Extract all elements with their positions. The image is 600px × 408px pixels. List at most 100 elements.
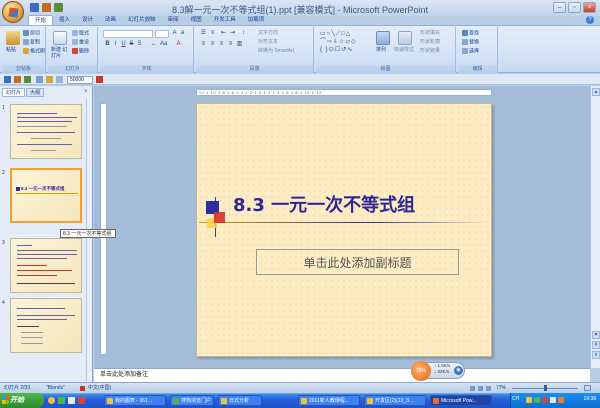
slide-canvas[interactable]: 8.3 一元一次不等式组 单击此处添加副标题 <box>196 103 492 357</box>
start-button[interactable]: 开始 <box>0 393 44 408</box>
justify-icon[interactable]: ≡ <box>227 41 234 48</box>
shadow-icon[interactable]: S <box>136 41 143 48</box>
shrink-font-icon[interactable]: a <box>179 30 186 37</box>
tab-view[interactable]: 视图 <box>185 15 208 25</box>
tab-design[interactable]: 设计 <box>76 15 99 25</box>
explorer-quicklaunch-icon[interactable] <box>68 397 75 404</box>
increase-indent-icon[interactable]: ⇥ <box>229 30 236 37</box>
tray-icon-1[interactable] <box>526 397 532 403</box>
arrange-button[interactable]: 排列 <box>376 47 386 54</box>
slide-thumbnail-1[interactable] <box>10 104 82 159</box>
undo-icon[interactable] <box>42 3 51 12</box>
format-painter-button[interactable]: 格式刷 <box>23 48 45 55</box>
columns-icon[interactable]: ▥ <box>236 41 243 48</box>
normal-view-icon[interactable] <box>470 386 475 391</box>
bold-icon[interactable]: B <box>104 41 111 48</box>
new-slide-button[interactable]: 新建 幻灯片 <box>51 47 71 59</box>
lang-indicator[interactable]: CH <box>512 396 519 402</box>
fit-window-icon[interactable] <box>584 385 591 391</box>
print-icon[interactable] <box>36 76 43 83</box>
slide-thumbnail-3[interactable] <box>10 238 82 293</box>
font-name-combo[interactable] <box>103 30 153 38</box>
change-case-icon[interactable]: Aa <box>160 41 167 48</box>
align-left-icon[interactable]: ≡ <box>200 41 207 48</box>
decrease-indent-icon[interactable]: ⇤ <box>220 30 227 37</box>
close-pane-icon[interactable]: × <box>84 89 88 95</box>
notes-pane[interactable]: 单击此处添加备注 <box>94 368 590 382</box>
undo-small-icon[interactable] <box>14 76 21 83</box>
network-icon[interactable]: ◉ <box>454 366 463 375</box>
restore-button[interactable]: ▫ <box>568 2 581 13</box>
strikethrough-icon[interactable]: S <box>128 41 135 48</box>
slideshow-view-icon[interactable] <box>486 386 491 391</box>
tray-icon-5[interactable] <box>558 397 564 403</box>
font-color-icon[interactable]: A <box>175 41 182 48</box>
redo-small-icon[interactable] <box>24 76 31 83</box>
align-center-icon[interactable]: ≡ <box>209 41 216 48</box>
select-button[interactable]: 选择 <box>462 48 479 55</box>
app-quicklaunch-icon[interactable] <box>78 397 85 404</box>
ie-quicklaunch-icon[interactable] <box>48 397 55 404</box>
delete-slide-button[interactable]: 删除 <box>72 48 89 55</box>
quick-styles-icon[interactable] <box>398 31 412 45</box>
sorter-view-icon[interactable] <box>478 386 483 391</box>
redo-icon[interactable] <box>54 3 63 12</box>
close-button[interactable]: × <box>583 2 596 13</box>
find-button[interactable]: 查找 <box>462 30 479 37</box>
pane-scrollbar[interactable] <box>86 99 92 381</box>
replace-button[interactable]: 替换 <box>462 39 479 46</box>
text-direction-button[interactable]: 文字方向 <box>258 30 278 37</box>
shape-outline-button[interactable]: 形状轮廓 <box>420 39 440 46</box>
align-right-icon[interactable]: ≡ <box>218 41 225 48</box>
bullets-icon[interactable]: ☰ <box>200 30 207 37</box>
open-icon[interactable] <box>46 76 53 83</box>
save-small-icon[interactable] <box>4 76 11 83</box>
paste-icon[interactable] <box>6 31 20 45</box>
tab-slideshow[interactable]: 幻灯片放映 <box>122 15 162 25</box>
shape-fill-button[interactable]: 形状填充 <box>420 30 440 37</box>
arrange-icon[interactable] <box>376 31 390 45</box>
zoom-slider-thumb[interactable] <box>544 385 547 391</box>
numbering-icon[interactable]: ≡ <box>209 30 216 37</box>
grow-font-icon[interactable]: A <box>171 30 178 37</box>
next-slide-icon[interactable]: ⇟ <box>592 351 600 359</box>
new-slide-icon[interactable] <box>53 31 67 45</box>
network-percent[interactable]: 75% <box>411 361 431 381</box>
tray-icon-3[interactable] <box>542 397 548 403</box>
slide-thumbnail-2[interactable]: 8.3 一元一次不等式组 <box>10 168 82 223</box>
font-size-combo[interactable] <box>155 30 169 38</box>
tab-addins[interactable]: 加载项 <box>242 15 271 25</box>
scroll-up-icon[interactable]: ▲ <box>592 88 600 96</box>
tray-icon-2[interactable] <box>534 397 540 403</box>
underline-icon[interactable]: U <box>120 41 127 48</box>
smartart-button[interactable]: 转换为 SmartArt <box>258 48 294 55</box>
layout-button[interactable]: 版式 <box>72 30 89 37</box>
align-text-button[interactable]: 对齐文本 <box>258 39 278 46</box>
italic-icon[interactable]: I <box>112 41 119 48</box>
slide-thumbnail-4[interactable] <box>10 298 82 353</box>
desktop-quicklaunch-icon[interactable] <box>58 397 65 404</box>
taskbar-item-powerpoint[interactable]: Microsoft Pow... <box>430 395 492 406</box>
taskbar-item-1[interactable]: 我的图表 - 361... <box>104 395 166 406</box>
tab-animations[interactable]: 动画 <box>99 15 122 25</box>
save-icon[interactable] <box>30 3 39 12</box>
taskbar-item-4[interactable]: 2011新人教课程... <box>298 395 360 406</box>
quick-styles-button[interactable]: 快速样式 <box>394 47 414 54</box>
tab-outline[interactable]: 大纲 <box>26 88 45 97</box>
tab-insert[interactable]: 插入 <box>53 15 76 25</box>
spell-check-icon[interactable] <box>80 386 85 391</box>
slide-title[interactable]: 8.3 一元一次不等式组 <box>233 191 483 216</box>
help-small-icon[interactable] <box>96 76 103 83</box>
taskbar-item-2[interactable]: 搜狗浏览门户 <box>170 395 214 406</box>
taskbar-item-5[interactable]: 开发区(2)(13_3... <box>364 395 426 406</box>
office-button[interactable] <box>2 1 24 23</box>
vertical-scrollbar[interactable]: ▲ ▼ ⇞ ⇟ <box>590 86 600 368</box>
help-icon[interactable]: ? <box>586 16 594 24</box>
minimize-button[interactable]: – <box>553 2 566 13</box>
cut-button[interactable]: 剪切 <box>23 30 40 37</box>
tab-home[interactable]: 开始 <box>28 15 54 25</box>
scroll-down-icon[interactable]: ▼ <box>592 331 600 339</box>
prev-slide-icon[interactable]: ⇞ <box>592 341 600 349</box>
shapes-gallery[interactable]: ▭○╲⟋□△ ⌒⇨⇩☆▱◇{ }⬭☐↺∿ <box>320 30 370 55</box>
tab-review[interactable]: 审阅 <box>162 15 185 25</box>
